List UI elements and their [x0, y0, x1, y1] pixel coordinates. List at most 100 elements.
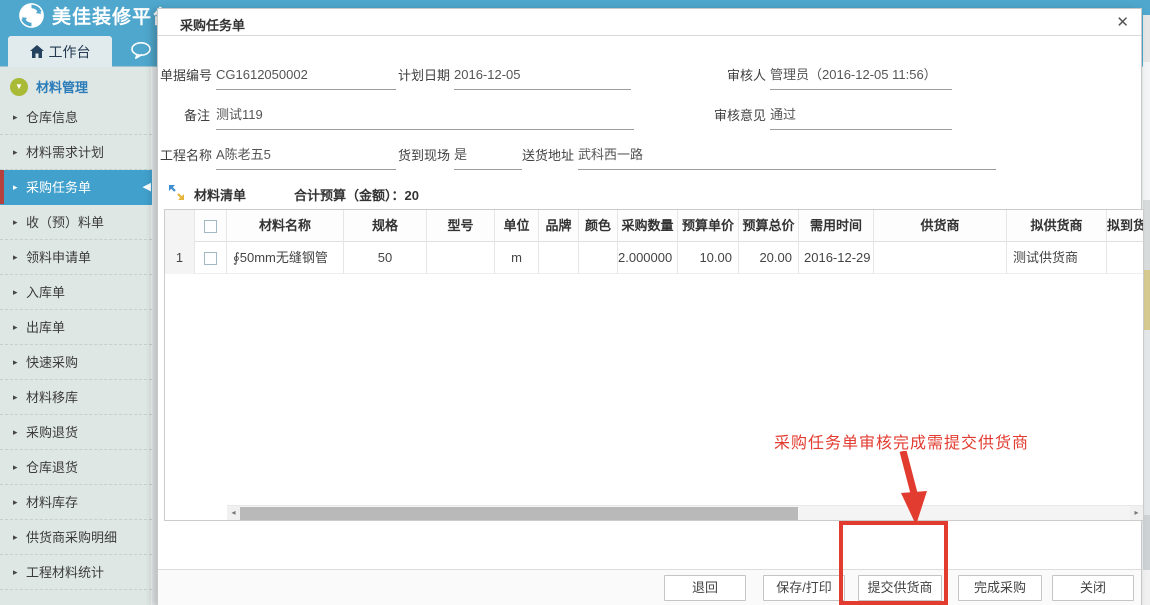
cell-brand [539, 242, 579, 274]
item-arrow-icon: ▸ [13, 345, 18, 380]
sidebar-item-material-stock[interactable]: ▸材料库存 [0, 485, 152, 520]
col-header-material-name[interactable]: 材料名称 [227, 210, 344, 242]
cell-supplier [874, 242, 1007, 274]
plan-date-label: 计划日期 [398, 65, 448, 87]
sidebar-item-supplier-purchase-detail[interactable]: ▸ 供货商采购明细 [0, 520, 152, 555]
cell-spec: 50 [344, 242, 427, 274]
tab-material-list[interactable]: 材料清单 [194, 185, 246, 204]
app-logo: 美佳装修平台 [18, 2, 172, 29]
row-checkbox[interactable] [204, 252, 217, 265]
col-header-supplier[interactable]: 供货商 [874, 210, 1007, 242]
col-header-model[interactable]: 型号 [427, 210, 495, 242]
purchase-task-dialog: 采购任务单 ✕ 单据编号 CG1612050002 计划日期 2016-12-0… [157, 8, 1142, 605]
sidebar-item-inbound-order[interactable]: ▸入库单 [0, 275, 152, 310]
item-arrow-icon: ▸ [13, 520, 18, 555]
project-name-field[interactable]: A陈老五5 [216, 145, 396, 170]
submit-supplier-button[interactable]: 提交供货商 [858, 575, 942, 601]
col-header-total-price[interactable]: 预算总价 [739, 210, 799, 242]
on-site-field[interactable]: 是 [454, 145, 522, 170]
on-site-label: 货到现场 [398, 145, 448, 167]
col-header-unit-price[interactable]: 预算单价 [678, 210, 739, 242]
remark-label: 备注 [160, 105, 210, 127]
review-opinion-label: 审核意见 [714, 105, 766, 127]
app-page: 美佳装修平台 工作台 ▼ 材料管理 ▸仓库信息 ▸材料需求计划 ▸采购任务单◀ … [0, 0, 1150, 605]
logo-swirl-icon [18, 2, 45, 29]
scroll-left-arrow-icon[interactable]: ◂ [227, 506, 240, 520]
item-arrow-icon: ▸ [13, 170, 18, 205]
item-arrow-icon: ▸ [13, 450, 18, 485]
sidebar-item-outbound-order[interactable]: ▸出库单 [0, 310, 152, 345]
dialog-title: 采购任务单 [180, 15, 245, 34]
cell-model [427, 242, 495, 274]
item-arrow-icon: ▸ [13, 135, 18, 170]
delivery-address-field[interactable]: 武科西一路 [578, 145, 996, 170]
cell-proposed-supplier: 测试供货商 [1007, 242, 1107, 274]
message-bubble-icon[interactable] [131, 42, 153, 59]
total-budget-label: 合计预算（金额）：20 [294, 185, 419, 204]
close-button[interactable]: 关闭 [1052, 575, 1134, 601]
sidebar-item-material-request[interactable]: ▸ 领料申请单 [0, 240, 152, 275]
item-arrow-icon: ▸ [13, 415, 18, 450]
plan-date-field[interactable]: 2016-12-05 [454, 65, 631, 90]
sidebar-item-purchase-return[interactable]: ▸ 采购退货 [0, 415, 152, 450]
sidebar-group-material-management[interactable]: ▼ 材料管理 [0, 67, 151, 104]
close-icon[interactable]: ✕ [1116, 13, 1129, 31]
sidebar-item-label: 材料移库 [26, 390, 78, 405]
save-print-button[interactable]: 保存/打印 [763, 575, 845, 601]
col-header-need-date[interactable]: 需用时间 [799, 210, 874, 242]
reviewer-label: 审核人 [714, 65, 766, 87]
item-arrow-icon: ▸ [13, 555, 18, 590]
sidebar-item-label: 快速采购 [26, 355, 78, 370]
sidebar-group-label: 材料管理 [36, 77, 88, 96]
scrollbar-thumb[interactable] [240, 507, 798, 520]
col-header-brand[interactable]: 品牌 [539, 210, 579, 242]
finish-purchase-button[interactable]: 完成采购 [958, 575, 1042, 601]
sidebar-item-project-material-stats[interactable]: ▸ 工程材料统计 [0, 555, 152, 590]
sidebar-item-label: 领料申请单 [26, 250, 91, 265]
col-header-checkbox [195, 210, 227, 242]
tab-workbench-label: 工作台 [49, 42, 91, 62]
item-arrow-icon: ▸ [13, 205, 18, 240]
annotation-arrow-icon [889, 451, 937, 527]
sidebar-item-warehouse-return[interactable]: ▸仓库退货 [0, 450, 152, 485]
sidebar-item-receive-material[interactable]: ▸收（预）料单 [0, 205, 152, 240]
sidebar-item-label: 出库单 [26, 320, 65, 335]
col-header-spec[interactable]: 规格 [344, 210, 427, 242]
item-arrow-icon: ▸ [13, 240, 18, 275]
sidebar-item-label: 采购退货 [26, 425, 78, 440]
doc-no-field[interactable]: CG1612050002 [216, 65, 396, 90]
select-all-checkbox[interactable] [204, 220, 217, 233]
sidebar: ▼ 材料管理 ▸仓库信息 ▸材料需求计划 ▸采购任务单◀ ▸收（预）料单 ▸领料… [0, 67, 152, 605]
back-button[interactable]: 退回 [664, 575, 746, 601]
col-header-proposed-supplier[interactable]: 拟供货商 [1007, 210, 1107, 242]
sidebar-item-purchase-task[interactable]: ▸采购任务单◀ [0, 170, 152, 205]
table-row[interactable]: 1 ∮50mm无缝钢管 50 m 2.000000 10.00 20.00 20… [165, 242, 1143, 274]
item-arrow-icon: ▸ [13, 100, 18, 135]
tab-workbench[interactable]: 工作台 [8, 36, 112, 67]
cell-material-name: ∮50mm无缝钢管 [227, 242, 344, 274]
col-header-unit[interactable]: 单位 [495, 210, 539, 242]
cell-arrival [1107, 242, 1143, 274]
cell-need-date: 2016-12-29 [799, 242, 874, 274]
sidebar-item-label: 工程材料统计 [26, 565, 104, 580]
expand-arrows-icon[interactable] [168, 184, 185, 201]
col-header-qty[interactable]: 采购数量 [618, 210, 678, 242]
scroll-right-arrow-icon[interactable]: ▸ [1130, 506, 1143, 520]
horizontal-scrollbar[interactable]: ◂ ▸ [227, 505, 1143, 520]
sidebar-item-label: 材料库存 [26, 495, 78, 510]
cell-total-price: 20.00 [739, 242, 799, 274]
sidebar-item-material-demand-plan[interactable]: ▸材料需求计划 [0, 135, 152, 170]
table-header-row: 材料名称 规格 型号 单位 品牌 颜色 采购数量 预算单价 预算总价 需用时间 … [165, 210, 1143, 242]
cell-unit-price: 10.00 [678, 242, 739, 274]
sidebar-menu: ▸仓库信息 ▸材料需求计划 ▸采购任务单◀ ▸收（预）料单 ▸领料申请单 ▸入库… [0, 100, 152, 590]
remark-field[interactable]: 测试119 [216, 105, 634, 130]
col-header-color[interactable]: 颜色 [579, 210, 618, 242]
col-header-index [165, 210, 195, 242]
sidebar-item-quick-purchase[interactable]: ▸ 快速采购 [0, 345, 152, 380]
col-header-arrival[interactable]: 拟到货 [1107, 210, 1143, 242]
sidebar-item-label: 采购任务单 [26, 180, 91, 195]
sidebar-item-material-transfer[interactable]: ▸材料移库 [0, 380, 152, 415]
sidebar-item-warehouse-info[interactable]: ▸仓库信息 [0, 100, 152, 135]
row-checkbox-cell [195, 242, 227, 274]
sidebar-item-label: 供货商采购明细 [26, 530, 117, 545]
